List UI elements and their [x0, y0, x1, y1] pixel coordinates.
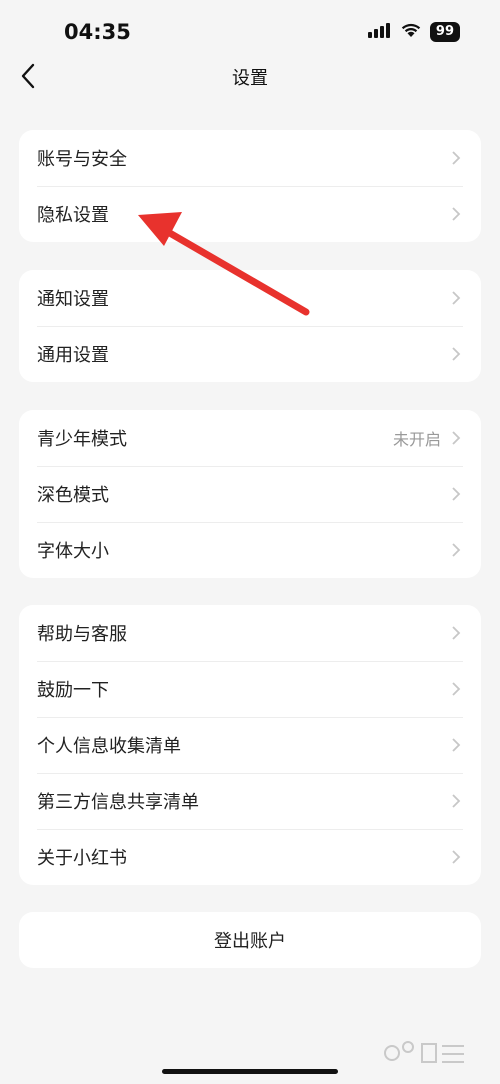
settings-item-encourage[interactable]: 鼓励一下 — [19, 661, 481, 717]
chevron-right-icon — [452, 626, 461, 640]
settings-item-personal-info-list[interactable]: 个人信息收集清单 — [19, 717, 481, 773]
chevron-right-icon — [452, 850, 461, 864]
chevron-right-icon — [452, 738, 461, 752]
settings-item-label: 字体大小 — [37, 541, 109, 562]
settings-item-privacy[interactable]: 隐私设置 — [19, 186, 481, 242]
settings-item-third-party-list[interactable]: 第三方信息共享清单 — [19, 773, 481, 829]
settings-item-help[interactable]: 帮助与客服 — [19, 605, 481, 661]
wifi-icon — [400, 22, 422, 42]
chevron-right-icon — [452, 431, 461, 445]
settings-item-font-size[interactable]: 字体大小 — [19, 522, 481, 578]
settings-item-label: 通知设置 — [37, 289, 109, 310]
logout-button[interactable]: 登出账户 — [19, 912, 481, 968]
chevron-right-icon — [452, 794, 461, 808]
settings-item-label: 关于小红书 — [37, 848, 127, 869]
settings-item-account-security[interactable]: 账号与安全 — [19, 130, 481, 186]
settings-group-general: 通知设置 通用设置 — [19, 270, 481, 382]
settings-item-notifications[interactable]: 通知设置 — [19, 270, 481, 326]
settings-group-display: 青少年模式 未开启 深色模式 字体大小 — [19, 410, 481, 578]
settings-item-label: 账号与安全 — [37, 149, 127, 170]
page-title: 设置 — [232, 68, 268, 89]
settings-item-dark-mode[interactable]: 深色模式 — [19, 466, 481, 522]
chevron-right-icon — [452, 151, 461, 165]
settings-item-label: 隐私设置 — [37, 205, 109, 226]
signal-icon — [367, 22, 392, 42]
chevron-right-icon — [452, 682, 461, 696]
home-indicator — [162, 1069, 338, 1074]
battery-icon: 99 — [429, 22, 460, 42]
teen-mode-status: 未开启 — [392, 430, 441, 449]
status-icons: 99 — [367, 22, 460, 42]
chevron-right-icon — [452, 543, 461, 557]
chevron-right-icon — [452, 291, 461, 305]
settings-item-label: 第三方信息共享清单 — [37, 792, 199, 813]
logout-label: 登出账户 — [214, 931, 286, 952]
chevron-right-icon — [452, 207, 461, 221]
chevron-right-icon — [452, 487, 461, 501]
nav-bar: 设置 — [0, 48, 500, 104]
settings-item-general[interactable]: 通用设置 — [19, 326, 481, 382]
settings-item-about[interactable]: 关于小红书 — [19, 829, 481, 885]
settings-item-label: 鼓励一下 — [37, 680, 109, 701]
baidu-watermark-icon — [384, 1041, 464, 1063]
settings-item-label: 个人信息收集清单 — [37, 736, 181, 757]
settings-item-label: 帮助与客服 — [37, 624, 127, 645]
settings-item-label: 通用设置 — [37, 345, 109, 366]
status-time: 04:35 — [64, 20, 131, 44]
settings-item-label: 深色模式 — [37, 485, 109, 506]
settings-item-teen-mode[interactable]: 青少年模式 未开启 — [19, 410, 481, 466]
settings-group-account: 账号与安全 隐私设置 — [19, 130, 481, 242]
chevron-right-icon — [452, 347, 461, 361]
settings-group-about: 帮助与客服 鼓励一下 个人信息收集清单 第三方信息共享清单 关于小红书 — [19, 605, 481, 885]
settings-item-label: 青少年模式 — [37, 429, 127, 450]
